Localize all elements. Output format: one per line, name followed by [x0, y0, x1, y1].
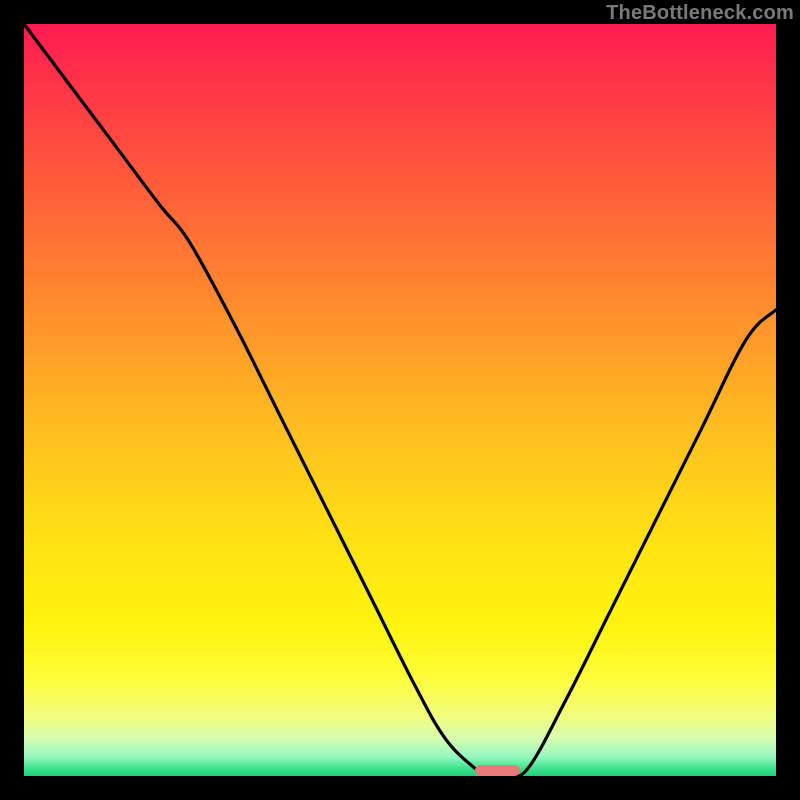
- watermark-text: TheBottleneck.com: [606, 2, 794, 25]
- chart-frame: TheBottleneck.com: [0, 0, 800, 800]
- bottleneck-curve: [24, 24, 776, 776]
- plot-area: [24, 24, 776, 776]
- optimum-marker: [475, 765, 520, 776]
